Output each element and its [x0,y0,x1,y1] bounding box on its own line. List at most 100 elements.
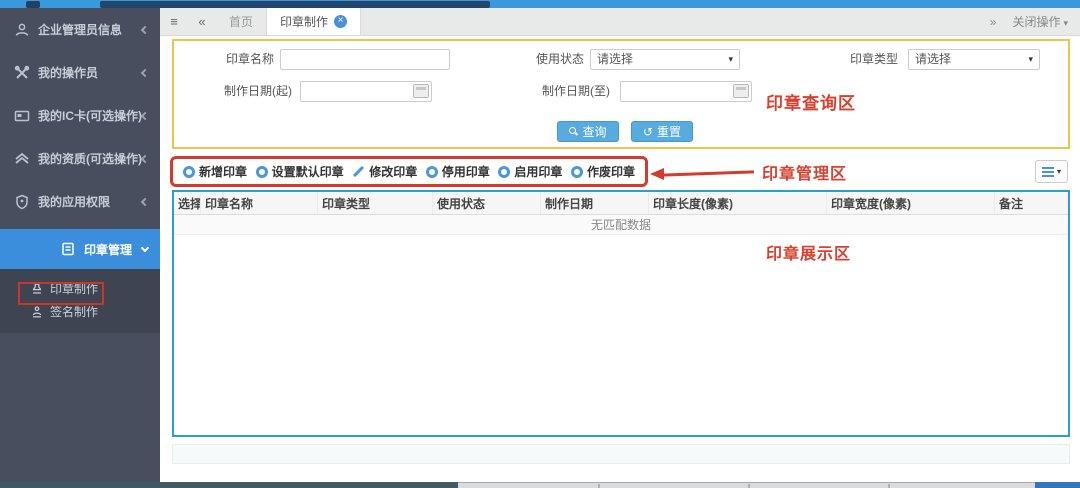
reset-icon: ↺ [642,124,654,139]
scroll-tabs-left-icon[interactable]: « [188,8,216,35]
seal-management-toolbar: 新增印章 设置默认印章 修改印章 停用印章 启用印章 作废印章 [170,156,648,187]
column-header-seal-width: 印章宽度(像素) [827,192,995,214]
list-icon [1041,166,1054,177]
seal-display-region: 选择 印章名称 印章类型 使用状态 制作日期 印章长度(像素) 印章宽度(像素)… [172,190,1070,437]
tab-bar: ≡ « 首页 印章制作 × » 关闭操作 ▾ [160,8,1080,36]
date-to-label: 制作日期(至) [542,84,610,98]
button-label: 修改印章 [369,165,418,179]
search-button[interactable]: 查询 [557,121,619,142]
table-footer-strip [172,444,1070,464]
date-to-field [620,81,752,102]
column-header-seal-type: 印章类型 [318,192,433,214]
caret-down-icon: ▾ [728,54,733,64]
tabbar-right-controls: » 关闭操作 ▾ [990,8,1080,35]
browser-top-strip [0,0,1080,8]
table-header-row: 选择 印章名称 印章类型 使用状态 制作日期 印章长度(像素) 印章宽度(像素)… [174,192,1068,215]
seal-name-input[interactable] [280,49,450,70]
sidebar-subitem-seal-making[interactable]: 印章制作 [0,277,160,305]
sidebar-item-admin-info[interactable]: 企业管理员信息 [0,8,160,51]
button-label: 新增印章 [199,165,248,179]
shield-icon [16,194,28,209]
seal-management-submenu: 印章制作 签名制作 [0,269,160,333]
signature-stamp-icon [32,305,42,317]
caret-down-icon: ▾ [1028,54,1033,64]
calendar-icon[interactable] [733,84,749,98]
use-status-value: 请选择 [597,52,634,66]
sidebar-item-label: 我的应用权限 [38,195,111,209]
tab-label: 印章制作 [280,15,329,29]
sidebar-subitem-label: 签名制作 [50,305,99,319]
sidebar-item-label: 印章管理 [84,242,133,257]
seal-type-value: 请选择 [915,52,952,66]
chevron-down-icon [140,243,150,252]
seal-type-select[interactable]: 请选择 ▾ [908,49,1040,70]
sidebar-item-label: 企业管理员信息 [38,23,123,37]
chevron-left-icon [140,197,150,206]
chevron-left-icon [140,154,150,163]
void-seal-button[interactable]: 作废印章 [570,163,635,180]
seal-name-label: 印章名称 [225,52,274,66]
taskbar-tick [888,484,890,488]
reset-button[interactable]: ↺ 重置 [631,121,693,142]
add-seal-button[interactable]: 新增印章 [183,163,247,180]
seal-manage-icon [62,242,74,256]
default-circle-icon [255,165,268,178]
tab-close-icon[interactable]: × [334,15,348,28]
table-empty-state: 无匹配数据 [174,215,1068,235]
scroll-tabs-right-icon[interactable]: » [990,15,997,29]
sidebar-item-label: 我的操作员 [38,66,99,80]
sidebar-subitem-signature-making[interactable]: 签名制作 [0,300,160,323]
close-operations-dropdown[interactable]: 关闭操作 ▾ [1012,13,1068,30]
seal-type-label: 印章类型 [849,52,898,66]
sidebar-item-operators[interactable]: 我的操作员 [0,51,160,94]
tab-label: 首页 [229,15,254,29]
sidebar-item-label: 我的IC卡(可选操作) [38,109,142,123]
button-label: 作废印章 [586,165,635,179]
sidebar-item-app-permissions[interactable]: 我的应用权限 [0,180,160,223]
caret-down-icon: ▾ [1063,18,1068,28]
taskbar-blue-segment [1035,482,1080,488]
search-button-label: 查询 [582,125,607,139]
tab-seal-making[interactable]: 印章制作 × [266,8,362,35]
taskbar-light-segment [458,482,1035,488]
calendar-icon[interactable] [413,84,429,98]
modify-seal-button[interactable]: 修改印章 [352,163,417,180]
search-icon [569,127,578,136]
list-view-dropdown-button[interactable]: ▾ [1035,160,1068,183]
sidebar-item-ic-card[interactable]: 我的IC卡(可选操作) [0,94,160,137]
taskbar-tick [748,484,750,488]
use-status-select[interactable]: 请选择 ▾ [590,49,740,70]
column-header-remark: 备注 [999,196,1024,211]
chevron-left-icon [140,111,150,120]
display-region-annotation: 印章展示区 [766,246,852,263]
taskbar-tick [598,484,600,488]
disable-seal-button[interactable]: 停用印章 [425,163,490,180]
menu-toggle-icon[interactable]: ≡ [160,8,188,35]
close-operations-label: 关闭操作 [1012,15,1061,29]
button-label: 设置默认印章 [271,165,344,179]
sidebar: 企业管理员信息 我的操作员 我的IC卡(可选操作) 我的资质(可选操作) 我的应… [0,8,160,482]
column-header-seal-name: 印章名称 [201,192,318,214]
tools-icon [14,65,30,79]
caret-down-icon: ▾ [1056,167,1061,176]
qualification-icon [15,152,29,164]
sidebar-item-seal-management[interactable]: 印章管理 [0,229,160,269]
reset-button-label: 重置 [657,125,682,139]
sidebar-item-qualification[interactable]: 我的资质(可选操作) [0,137,160,180]
stop-circle-icon [425,165,438,178]
chevron-left-icon [140,25,150,34]
button-label: 停用印章 [441,165,490,179]
void-circle-icon [570,165,583,178]
ic-card-icon [14,110,30,121]
query-region-annotation: 印章查询区 [766,94,856,113]
set-default-seal-button[interactable]: 设置默认印章 [255,163,344,180]
chevron-left-icon [140,68,150,77]
browser-favicon-remnant [26,1,40,8]
annotation-arrow-line [661,170,755,177]
column-header-select: 选择 [174,192,201,214]
column-header-seal-length: 印章长度(像素) [649,192,827,214]
browser-title-remnant [100,1,490,8]
pencil-icon [353,165,365,178]
tab-home[interactable]: 首页 [216,8,266,35]
enable-seal-button[interactable]: 启用印章 [498,163,562,180]
